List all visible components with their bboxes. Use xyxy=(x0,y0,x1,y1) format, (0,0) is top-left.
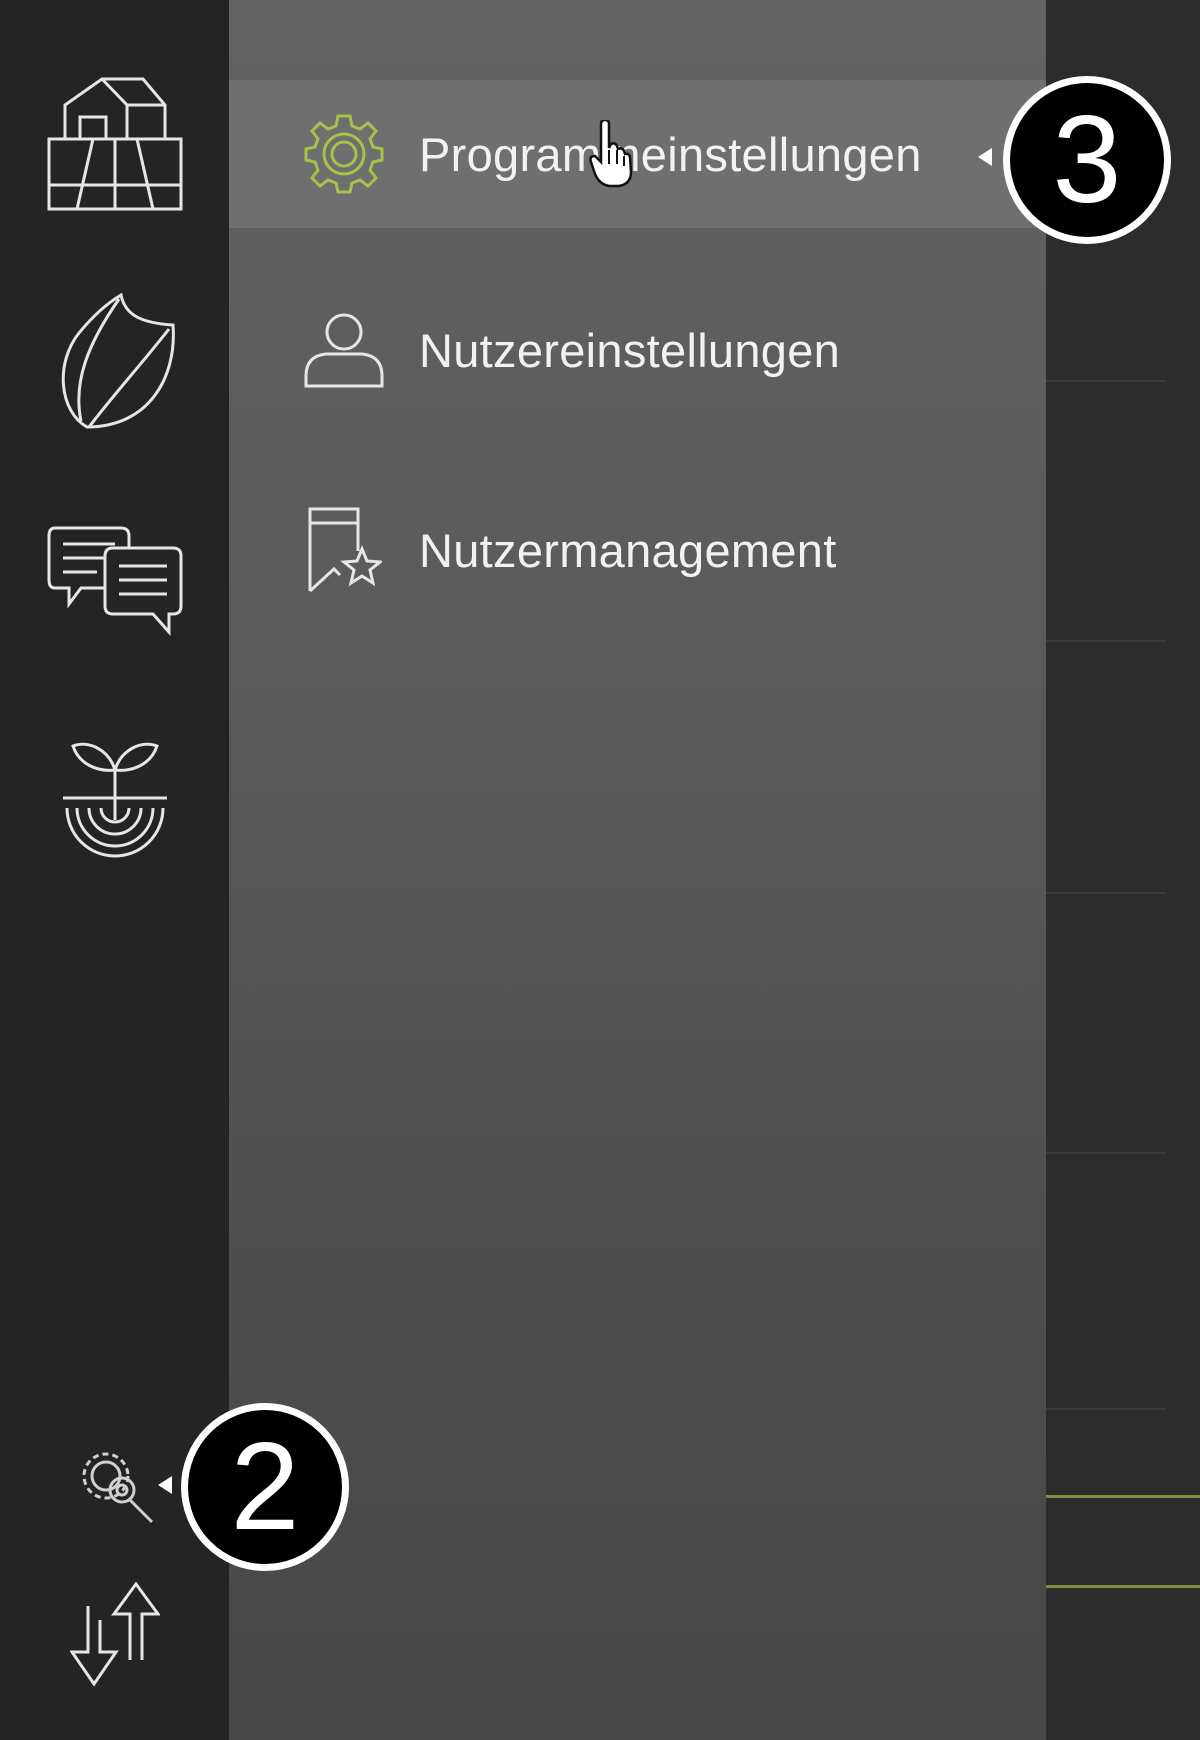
callout-number: 2 xyxy=(230,1418,300,1556)
farm-icon xyxy=(47,77,183,211)
accent-line xyxy=(1046,1585,1200,1588)
divider xyxy=(1046,892,1166,894)
rail-item-farm[interactable] xyxy=(30,68,200,218)
sprout-icon xyxy=(63,742,167,858)
main-content-background xyxy=(1046,0,1200,1740)
menu-item-program-settings[interactable]: Programmeinstellungen xyxy=(229,80,1046,228)
rail-item-sync[interactable] xyxy=(30,1560,200,1710)
menu-item-user-management[interactable]: Nutzermanagement xyxy=(229,485,1046,615)
sync-arrows-icon xyxy=(70,1581,160,1687)
leaf-icon xyxy=(61,293,175,429)
divider xyxy=(1046,1408,1166,1410)
rail-item-settings[interactable] xyxy=(30,1410,200,1560)
menu-item-label: Nutzereinstellungen xyxy=(419,323,841,377)
bookmark-star-icon xyxy=(301,507,387,593)
callout-badge-2: 2 xyxy=(181,1403,349,1571)
menu-item-label: Programmeinstellungen xyxy=(419,127,922,181)
rail-item-crops[interactable] xyxy=(30,286,200,436)
hand-cursor-icon xyxy=(589,120,633,188)
user-icon xyxy=(301,307,387,393)
menu-item-label: Nutzermanagement xyxy=(419,523,837,577)
menu-item-user-settings[interactable]: Nutzereinstellungen xyxy=(229,285,1046,415)
callout-pointer xyxy=(978,148,992,166)
divider xyxy=(1046,640,1166,642)
chat-icon xyxy=(47,526,183,636)
divider xyxy=(1046,380,1166,382)
gear-icon xyxy=(301,111,387,197)
callout-badge-3: 3 xyxy=(1003,76,1171,244)
settings-menu-panel: Programmeinstellungen Nutzereinstellunge… xyxy=(229,0,1046,1740)
callout-number: 3 xyxy=(1052,91,1122,229)
divider xyxy=(1046,1152,1166,1154)
settings-gears-icon xyxy=(82,1452,154,1524)
rail-item-messages[interactable] xyxy=(30,505,200,655)
callout-pointer xyxy=(158,1476,172,1494)
rail-item-planting[interactable] xyxy=(30,720,200,870)
accent-line xyxy=(1046,1495,1200,1498)
